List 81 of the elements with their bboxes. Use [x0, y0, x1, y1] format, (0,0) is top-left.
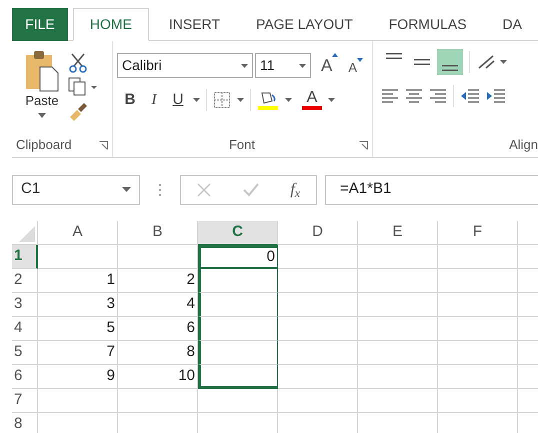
- row-header[interactable]: 5: [12, 341, 38, 365]
- ribbon-tab[interactable]: HOME: [72, 8, 149, 41]
- dialog-launcher-icon[interactable]: [358, 140, 368, 150]
- scissors-icon[interactable]: [68, 53, 88, 73]
- caret-icon: [299, 64, 306, 68]
- check-icon[interactable]: [242, 182, 259, 196]
- down-caret-icon: [357, 58, 364, 62]
- table-cell[interactable]: [198, 341, 278, 365]
- copy-icon[interactable]: [68, 77, 98, 97]
- font-color-button[interactable]: A: [302, 90, 322, 110]
- brush-icon[interactable]: [68, 101, 88, 121]
- table-cell[interactable]: 6: [118, 317, 198, 341]
- group-label: Font: [228, 136, 255, 154]
- dialog-launcher-icon[interactable]: [99, 140, 108, 150]
- align-left-icon[interactable]: [381, 88, 399, 104]
- caret-icon: [285, 98, 292, 102]
- increase-indent-icon[interactable]: [486, 88, 506, 104]
- table-cell[interactable]: [198, 293, 278, 317]
- center-icon[interactable]: [405, 88, 423, 104]
- row-header[interactable]: 8: [12, 413, 38, 433]
- table-cell[interactable]: [198, 317, 278, 341]
- formula-field[interactable]: =A1*B1: [325, 174, 538, 204]
- ribbon-tab[interactable]: FORMULAS: [372, 8, 483, 40]
- row-header[interactable]: 6: [12, 365, 38, 389]
- shrink-font-button[interactable]: A: [348, 54, 364, 78]
- table-cell[interactable]: [198, 365, 278, 389]
- column-header[interactable]: D: [278, 221, 358, 245]
- caret-icon: [328, 98, 335, 102]
- row-header[interactable]: 3: [12, 293, 38, 317]
- name-box[interactable]: C1: [12, 174, 140, 204]
- bottom-align-button[interactable]: [437, 49, 463, 75]
- table-cell[interactable]: 10: [118, 365, 198, 389]
- group-label: Clipboard: [16, 136, 72, 154]
- lines-icon: [414, 59, 430, 65]
- ribbon-tab[interactable]: DA: [486, 8, 538, 40]
- table-cell[interactable]: 2: [118, 269, 198, 293]
- insert-function-button[interactable]: f$_{x}$: [290, 178, 300, 202]
- italic-button[interactable]: I: [145, 88, 163, 111]
- font-size-dropdown[interactable]: 11: [255, 53, 311, 78]
- table-cell[interactable]: 1: [38, 269, 118, 293]
- table-cell[interactable]: 5: [38, 317, 118, 341]
- table-cell[interactable]: 7: [38, 341, 118, 365]
- table-cell[interactable]: [198, 269, 278, 293]
- table-cell[interactable]: 3: [38, 293, 118, 317]
- caret-icon: [122, 187, 131, 192]
- table-cell[interactable]: 4: [118, 293, 198, 317]
- column-header[interactable]: A: [38, 221, 118, 245]
- borders-icon[interactable]: [213, 90, 231, 109]
- table-cell[interactable]: 0: [198, 245, 278, 269]
- bold-button[interactable]: B: [121, 88, 139, 111]
- select-all-icon[interactable]: [19, 226, 35, 242]
- group-label: Align: [509, 136, 538, 154]
- column-header[interactable]: F: [438, 221, 518, 245]
- ribbon-tab[interactable]: PAGE LAYOUT: [240, 8, 369, 40]
- caret-icon: [193, 98, 200, 102]
- underline-button[interactable]: U: [169, 88, 187, 111]
- row-header[interactable]: 7: [12, 389, 38, 413]
- cancel-icon[interactable]: [196, 182, 211, 196]
- ribbon-tab[interactable]: INSERT: [152, 8, 236, 40]
- more-icon[interactable]: [158, 182, 162, 196]
- caret-icon: [237, 98, 244, 102]
- decrease-indent-icon[interactable]: [460, 88, 480, 104]
- up-caret-icon: [332, 53, 338, 57]
- column-header[interactable]: E: [358, 221, 438, 245]
- column-header[interactable]: C: [198, 221, 278, 245]
- row-header[interactable]: 2: [12, 269, 38, 293]
- lines-icon: [442, 65, 458, 71]
- row-header[interactable]: 4: [12, 317, 38, 341]
- caret-icon: [241, 64, 248, 68]
- table-cell[interactable]: 9: [38, 365, 118, 389]
- clipboard-icon: [24, 49, 60, 93]
- caret-icon: [500, 60, 507, 64]
- file-tab[interactable]: FILE: [12, 8, 68, 41]
- caret-icon: [38, 113, 46, 118]
- paste-button[interactable]: Paste: [20, 49, 64, 133]
- font-name-dropdown[interactable]: Calibri: [117, 53, 253, 78]
- table-cell[interactable]: 8: [118, 341, 198, 365]
- align-right-icon[interactable]: [429, 88, 447, 104]
- lines-icon: [386, 53, 402, 59]
- grow-font-button[interactable]: A: [321, 53, 338, 78]
- row-header[interactable]: 1: [12, 245, 38, 269]
